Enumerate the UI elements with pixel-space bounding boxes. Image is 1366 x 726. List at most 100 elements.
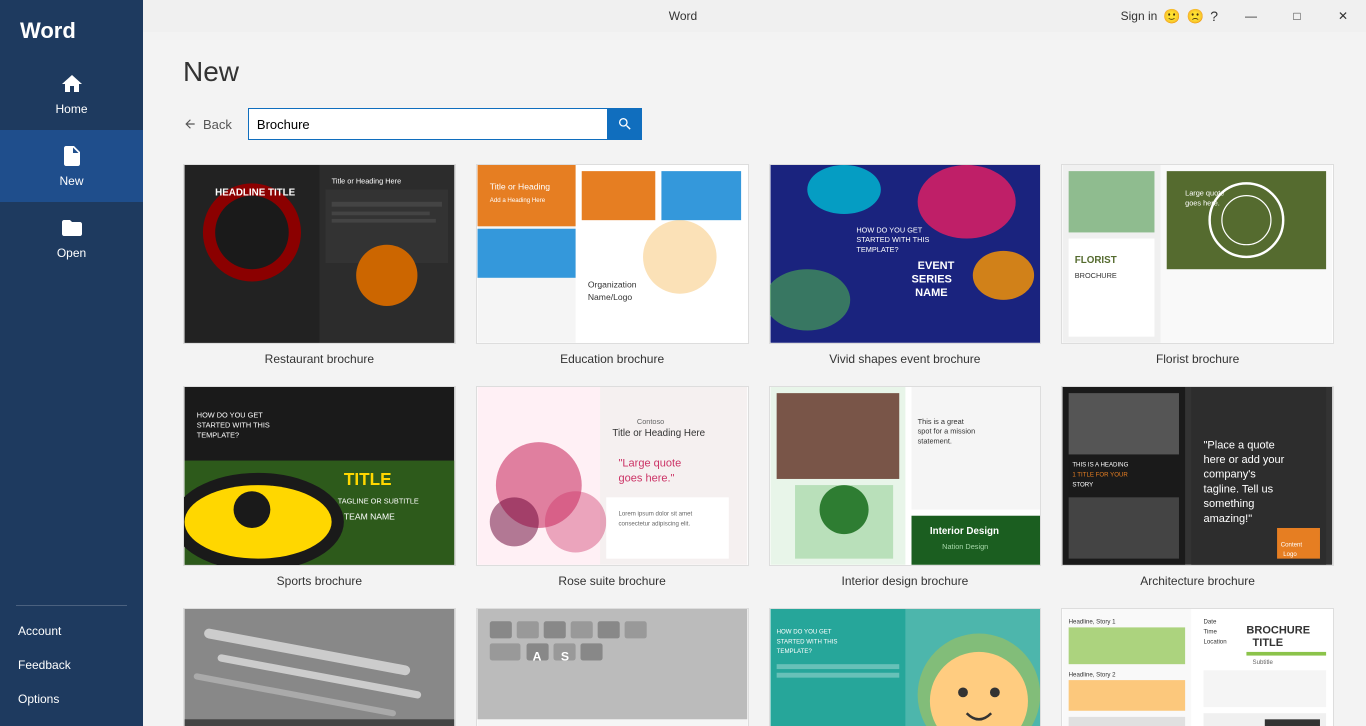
svg-text:Headline, Story 1: Headline, Story 1 bbox=[1069, 618, 1116, 625]
template-thumb-news: Headline, Story 1 Headline, Story 2 Date… bbox=[1061, 608, 1334, 726]
svg-text:company's: company's bbox=[1204, 468, 1257, 480]
svg-text:Title or Heading Here: Title or Heading Here bbox=[612, 428, 705, 439]
svg-text:BROCHURE: BROCHURE bbox=[1075, 271, 1117, 280]
svg-text:STARTED WITH THIS: STARTED WITH THIS bbox=[197, 420, 270, 429]
svg-text:HOW DO YOU GET: HOW DO YOU GET bbox=[197, 410, 263, 419]
window-controls: — □ ✕ bbox=[1228, 0, 1366, 32]
help-icon[interactable]: ? bbox=[1210, 8, 1218, 24]
template-thumb-sports: HOW DO YOU GET STARTED WITH THIS TEMPLAT… bbox=[183, 386, 456, 566]
svg-text:THIS IS A HEADING: THIS IS A HEADING bbox=[1073, 461, 1129, 468]
template-label-education: Education brochure bbox=[560, 352, 664, 366]
svg-text:This is a great: This is a great bbox=[917, 417, 963, 426]
back-arrow-icon bbox=[183, 117, 197, 131]
sidebar-label-new: New bbox=[59, 174, 83, 188]
title-bar-text: Word bbox=[669, 9, 697, 23]
svg-text:STARTED WITH THIS: STARTED WITH THIS bbox=[776, 638, 837, 645]
svg-text:Add a Heading Here: Add a Heading Here bbox=[490, 197, 546, 204]
svg-text:HOW DO YOU GET: HOW DO YOU GET bbox=[856, 225, 922, 234]
template-thumb-architecture: THIS IS A HEADING 1 TITLE FOR YOUR STORY… bbox=[1061, 386, 1334, 566]
template-thumb-education: Organization Name/Logo Title or Heading … bbox=[476, 164, 749, 344]
svg-text:STORY: STORY bbox=[1073, 481, 1094, 488]
svg-text:S: S bbox=[561, 649, 569, 663]
open-folder-icon bbox=[60, 216, 84, 240]
svg-text:TEMPLATE?: TEMPLATE? bbox=[856, 245, 898, 254]
sign-in-button[interactable]: Sign in bbox=[1121, 9, 1158, 23]
svg-text:Organization: Organization bbox=[588, 280, 637, 290]
template-card-florist[interactable]: Large quote goes here. FLORIST BROCHURE … bbox=[1061, 164, 1334, 366]
svg-text:"Large quote: "Large quote bbox=[618, 457, 681, 469]
svg-text:Title or Heading: Title or Heading bbox=[490, 182, 550, 192]
svg-text:Nation Design: Nation Design bbox=[942, 542, 988, 551]
template-card-education[interactable]: Organization Name/Logo Title or Heading … bbox=[476, 164, 749, 366]
svg-text:Logo: Logo bbox=[1283, 551, 1297, 558]
template-card-news[interactable]: Headline, Story 1 Headline, Story 2 Date… bbox=[1061, 608, 1334, 726]
template-card-tools[interactable]: ABOUT US CONTACT US Tools brochure bbox=[183, 608, 456, 726]
svg-text:A: A bbox=[532, 649, 541, 663]
sidebar-label-open: Open bbox=[57, 246, 86, 260]
svg-text:Lorem ipsum dolor sit amet: Lorem ipsum dolor sit amet bbox=[618, 510, 692, 517]
back-label: Back bbox=[203, 117, 232, 132]
sidebar-item-options[interactable]: Options bbox=[0, 682, 143, 716]
template-label-vivid: Vivid shapes event brochure bbox=[829, 352, 980, 366]
svg-text:statement.: statement. bbox=[917, 436, 951, 445]
template-card-interior[interactable]: This is a great spot for a mission state… bbox=[769, 386, 1042, 588]
svg-text:tagline. Tell us: tagline. Tell us bbox=[1204, 483, 1274, 495]
search-input[interactable] bbox=[248, 108, 608, 140]
template-thumb-restaurant: HEADLINE TITLE Title or Heading Here bbox=[183, 164, 456, 344]
search-button[interactable] bbox=[608, 108, 642, 140]
sidebar-item-account[interactable]: Account bbox=[0, 614, 143, 648]
page-title: New bbox=[183, 56, 1350, 88]
svg-text:1 TITLE FOR YOUR: 1 TITLE FOR YOUR bbox=[1073, 471, 1129, 478]
svg-text:Subtitle: Subtitle bbox=[1253, 659, 1274, 666]
sidebar-item-home[interactable]: Home bbox=[0, 58, 143, 130]
template-thumb-baby: HOW DO YOU GET STARTED WITH THIS TEMPLAT… bbox=[769, 608, 1042, 726]
template-thumb-tools: ABOUT US CONTACT US bbox=[183, 608, 456, 726]
sad-face-icon[interactable]: 🙁 bbox=[1187, 8, 1204, 25]
template-thumb-interior: This is a great spot for a mission state… bbox=[769, 386, 1042, 566]
new-document-icon bbox=[60, 144, 84, 168]
svg-text:Title or Heading Here: Title or Heading Here bbox=[332, 176, 402, 185]
sidebar: Word Home New Open Account Feedback Opti… bbox=[0, 0, 143, 726]
sidebar-bottom: Account Feedback Options bbox=[0, 614, 143, 726]
template-label-restaurant: Restaurant brochure bbox=[265, 352, 374, 366]
svg-text:Contoso: Contoso bbox=[637, 417, 664, 426]
app-title: Word bbox=[0, 0, 143, 58]
template-card-restaurant[interactable]: HEADLINE TITLE Title or Heading Here Res… bbox=[183, 164, 456, 366]
template-label-florist: Florist brochure bbox=[1156, 352, 1239, 366]
svg-text:Name/Logo: Name/Logo bbox=[588, 292, 633, 302]
minimize-button[interactable]: — bbox=[1228, 0, 1274, 32]
template-card-keyboard[interactable]: A S COMPANY NAME BROCHURE Technology bro… bbox=[476, 608, 749, 726]
svg-text:NAME: NAME bbox=[915, 287, 947, 299]
svg-text:Time: Time bbox=[1204, 628, 1218, 635]
svg-text:EVENT: EVENT bbox=[917, 260, 954, 272]
sidebar-item-new[interactable]: New bbox=[0, 130, 143, 202]
svg-text:consectetur adipiscing elit.: consectetur adipiscing elit. bbox=[618, 520, 690, 527]
back-button[interactable]: Back bbox=[183, 117, 232, 132]
template-card-vivid[interactable]: HOW DO YOU GET STARTED WITH THIS TEMPLAT… bbox=[769, 164, 1042, 366]
template-card-architecture[interactable]: THIS IS A HEADING 1 TITLE FOR YOUR STORY… bbox=[1061, 386, 1334, 588]
template-thumb-rose: Title or Heading Here "Large quote goes … bbox=[476, 386, 749, 566]
sidebar-item-feedback[interactable]: Feedback bbox=[0, 648, 143, 682]
svg-text:goes here.": goes here." bbox=[618, 472, 674, 484]
template-label-sports: Sports brochure bbox=[277, 574, 362, 588]
template-thumb-vivid: HOW DO YOU GET STARTED WITH THIS TEMPLAT… bbox=[769, 164, 1042, 344]
sidebar-item-open[interactable]: Open bbox=[0, 202, 143, 274]
content-area[interactable]: New Back HEADLINE T bbox=[143, 32, 1366, 726]
svg-text:HEADLINE TITLE: HEADLINE TITLE bbox=[215, 188, 295, 199]
svg-text:HOW DO YOU GET: HOW DO YOU GET bbox=[776, 628, 831, 635]
template-card-baby[interactable]: HOW DO YOU GET STARTED WITH THIS TEMPLAT… bbox=[769, 608, 1042, 726]
svg-text:TEAM NAME: TEAM NAME bbox=[344, 511, 395, 521]
svg-text:Large quote: Large quote bbox=[1185, 189, 1224, 198]
svg-text:Location: Location bbox=[1204, 638, 1227, 645]
template-card-rose[interactable]: Title or Heading Here "Large quote goes … bbox=[476, 386, 749, 588]
close-button[interactable]: ✕ bbox=[1320, 0, 1366, 32]
maximize-button[interactable]: □ bbox=[1274, 0, 1320, 32]
template-thumb-keyboard: A S COMPANY NAME BROCHURE bbox=[476, 608, 749, 726]
svg-text:Interior Design: Interior Design bbox=[929, 526, 998, 537]
sidebar-nav: Home New Open Account Feedback Options bbox=[0, 58, 143, 726]
template-card-sports[interactable]: HOW DO YOU GET STARTED WITH THIS TEMPLAT… bbox=[183, 386, 456, 588]
svg-text:TAGLINE OR SUBTITLE: TAGLINE OR SUBTITLE bbox=[338, 496, 419, 505]
svg-text:spot for a mission: spot for a mission bbox=[917, 426, 975, 435]
happy-face-icon[interactable]: 🙂 bbox=[1163, 8, 1180, 25]
svg-text:here or add your: here or add your bbox=[1204, 454, 1285, 466]
